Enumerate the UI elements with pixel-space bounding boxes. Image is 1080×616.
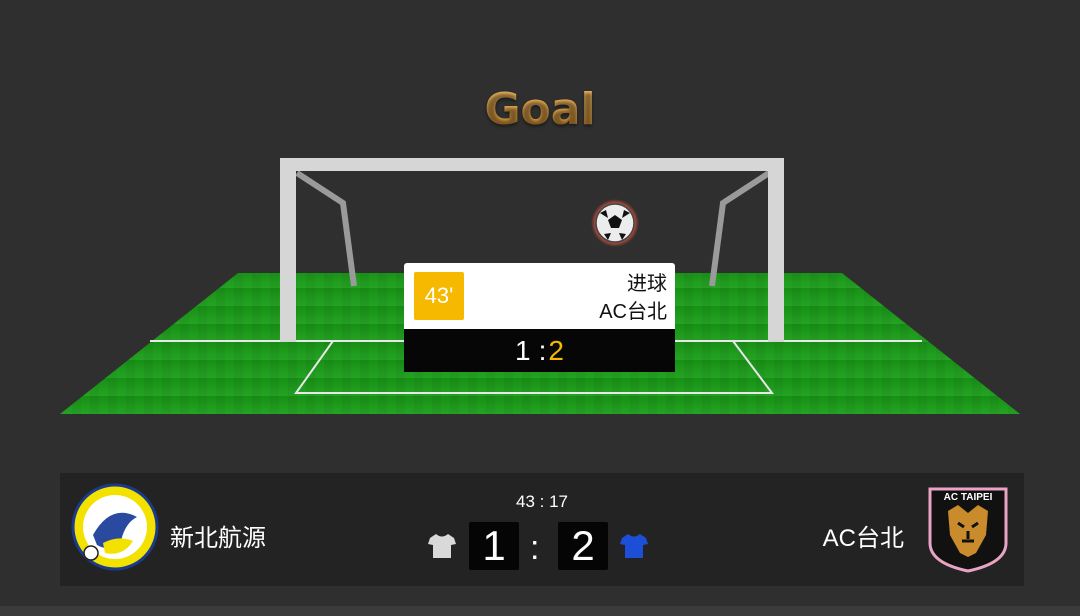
pitch-illustration	[60, 158, 1020, 414]
event-team-label: AC台北	[599, 301, 667, 323]
home-shirt-icon	[428, 534, 456, 558]
goal-right-stanchion	[709, 170, 771, 287]
away-shirt-icon	[620, 534, 648, 558]
scoreboard-bar: 新北航源 43 : 17 1 : 2 AC台北 AC TAIPEI	[60, 473, 1024, 586]
goal-animation-area: Goal 43' 进球 AC台北 1 : 2	[0, 0, 1080, 460]
event-type-label: 进球	[627, 273, 667, 295]
goal-left-stanchion	[295, 170, 357, 287]
ball-icon	[591, 199, 639, 247]
away-logo-text: AC TAIPEI	[944, 492, 993, 503]
away-team-logo[interactable]: AC TAIPEI	[924, 483, 1012, 573]
goal-left-post	[280, 158, 296, 342]
away-team-name: AC台北	[822, 525, 904, 552]
event-score-home: 1	[515, 334, 531, 366]
score-colon: :	[530, 529, 540, 567]
away-score: 2	[558, 522, 608, 570]
event-card: 43' 进球 AC台北	[404, 263, 675, 329]
event-score-away: 2	[548, 334, 564, 366]
event-score-separator: :	[538, 334, 547, 366]
home-team-name: 新北航源	[170, 525, 266, 552]
home-score: 1	[469, 522, 519, 570]
goal-right-post	[768, 158, 784, 342]
bottom-strip	[0, 606, 1080, 616]
event-minute-badge: 43'	[414, 272, 464, 320]
match-clock: 43 : 17	[516, 492, 568, 511]
event-score: 1 : 2	[404, 329, 675, 372]
goal-crossbar	[280, 158, 784, 171]
goal-title: Goal	[0, 84, 1080, 135]
